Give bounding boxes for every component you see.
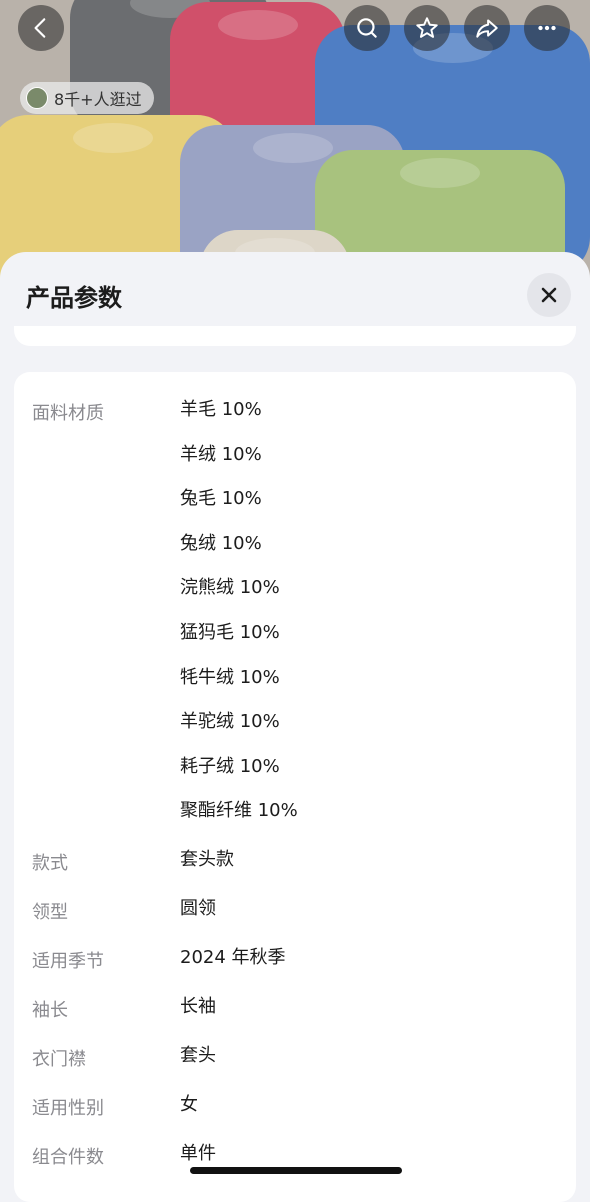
param-values: 羊毛 10% 羊绒 10% 兔毛 10% 兔绒 10% 浣熊绒 10% 猛犸毛 10% 牦牛… bbox=[180, 399, 298, 845]
param-label: 衣门襟 bbox=[32, 1049, 86, 1070]
search-icon bbox=[357, 18, 377, 38]
visitors-badge: 8千+人逛过 bbox=[20, 82, 154, 114]
param-values: 长袖 bbox=[180, 996, 216, 1041]
param-value: 单件 bbox=[180, 1143, 216, 1164]
back-button[interactable] bbox=[18, 5, 64, 51]
param-values: 套头款 bbox=[180, 849, 234, 894]
params-card: 面料材质 羊毛 10% 羊绒 10% 兔毛 10% 兔绒 10% 浣熊绒 10% 猛犸毛 1… bbox=[14, 372, 576, 1202]
param-value: 浣熊绒 10% bbox=[180, 577, 280, 599]
star-icon bbox=[416, 17, 438, 38]
param-label: 适用性别 bbox=[32, 1098, 104, 1119]
param-value: 套头 bbox=[180, 1045, 216, 1066]
param-value: 长袖 bbox=[180, 996, 216, 1017]
param-value: 女 bbox=[180, 1094, 198, 1115]
favorite-button[interactable] bbox=[404, 5, 450, 51]
sheet-title: 产品参数 bbox=[26, 284, 122, 312]
product-params-sheet: 产品参数 面料材质 羊毛 10% 羊绒 10% 兔毛 10% 兔绒 10% 浣熊绒 10%… bbox=[0, 252, 590, 1202]
param-value: 兔毛 10% bbox=[180, 488, 262, 510]
param-value: 套头款 bbox=[180, 849, 234, 870]
sweater-collar bbox=[400, 158, 480, 188]
param-value: 牦牛绒 10% bbox=[180, 666, 280, 688]
param-values: 圆领 bbox=[180, 898, 216, 943]
param-value: 2024 年秋季 bbox=[180, 947, 286, 968]
param-value: 耗子绒 10% bbox=[180, 755, 280, 777]
param-label: 面料材质 bbox=[32, 403, 104, 424]
share-button[interactable] bbox=[464, 5, 510, 51]
param-value: 羊毛 10% bbox=[180, 399, 262, 420]
visitors-text: 8千+人逛过 bbox=[54, 90, 142, 109]
sweater-collar bbox=[252, 133, 333, 163]
param-value: 羊驼绒 10% bbox=[180, 711, 280, 733]
param-label: 组合件数 bbox=[32, 1147, 104, 1168]
param-values: 单件 bbox=[180, 1143, 216, 1188]
sweater-collar bbox=[217, 10, 298, 40]
more-icon bbox=[538, 25, 556, 31]
param-label: 袖长 bbox=[32, 1000, 68, 1021]
close-icon bbox=[541, 287, 557, 303]
param-label: 领型 bbox=[32, 902, 68, 923]
previous-card-edge bbox=[14, 326, 576, 346]
param-values: 套头 bbox=[180, 1045, 216, 1090]
param-value: 聚酯纤维 10% bbox=[180, 800, 298, 822]
param-value: 猛犸毛 10% bbox=[180, 621, 280, 643]
param-value: 圆领 bbox=[180, 898, 216, 919]
param-values: 女 bbox=[180, 1094, 198, 1139]
home-indicator bbox=[190, 1167, 402, 1174]
search-button[interactable] bbox=[344, 5, 390, 51]
param-values: 2024 年秋季 bbox=[180, 947, 286, 992]
share-icon bbox=[476, 19, 498, 38]
close-button[interactable] bbox=[527, 273, 571, 317]
avatar bbox=[26, 87, 48, 109]
param-value: 兔绒 10% bbox=[180, 532, 262, 554]
sweater-collar bbox=[72, 123, 153, 153]
param-value: 羊绒 10% bbox=[180, 443, 262, 465]
param-label: 款式 bbox=[32, 853, 68, 874]
more-button[interactable] bbox=[524, 5, 570, 51]
back-icon bbox=[34, 18, 46, 38]
param-label: 适用季节 bbox=[32, 951, 104, 972]
